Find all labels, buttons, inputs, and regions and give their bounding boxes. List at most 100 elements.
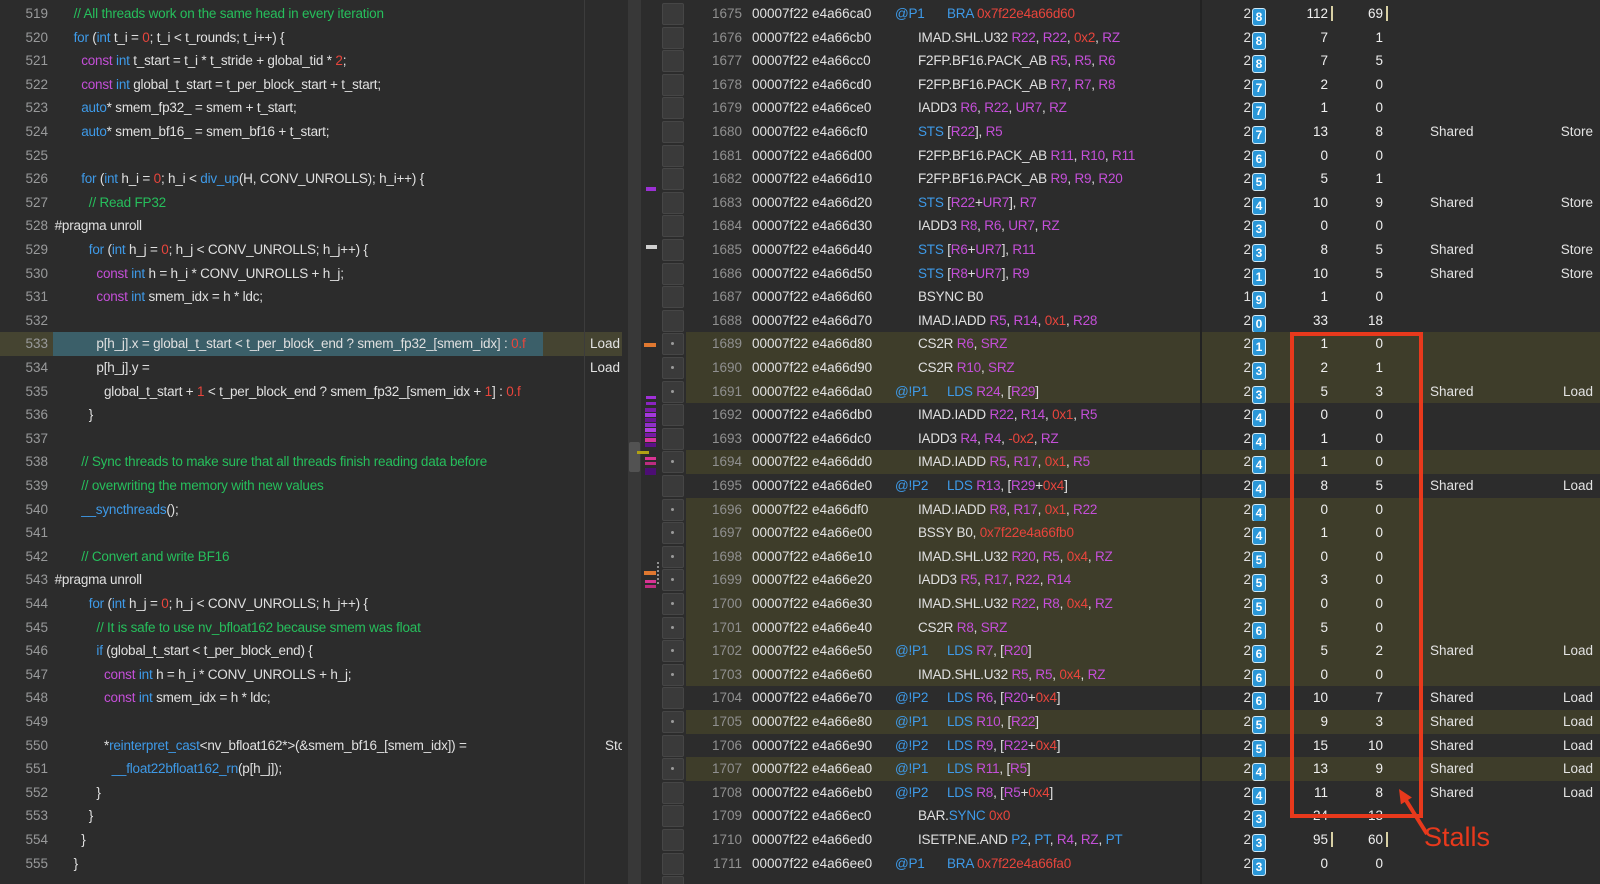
- source-line[interactable]: 554}: [0, 828, 622, 852]
- source-line[interactable]: 520for (int t_i = 0; t_i < t_rounds; t_i…: [0, 26, 622, 50]
- source-line[interactable]: 533p[h_j].x = global_t_start < t_per_blo…: [0, 332, 622, 356]
- source-line[interactable]: 522const int global_t_start = t_per_bloc…: [0, 73, 622, 97]
- code-token: R9: [1012, 266, 1029, 281]
- sass-row[interactable]: 170000007f22 e4a66e30IMAD.SHL.U32 R22, R…: [640, 592, 1600, 616]
- source-line[interactable]: 546if (global_t_start < t_per_block_end)…: [0, 639, 622, 663]
- sass-row[interactable]: 168800007f22 e4a66d70IMAD.IADD R5, R14, …: [640, 309, 1600, 333]
- source-line[interactable]: 530const int h = h_i * CONV_UNROLLS + h_…: [0, 262, 622, 286]
- sass-row[interactable]: 170100007f22 e4a66e40CS2R R8, SRZ2650: [640, 616, 1600, 640]
- sass-row[interactable]: 167500007f22 e4a66ca0@P1BRA 0x7f22e4a66d…: [640, 2, 1600, 26]
- source-line[interactable]: 552}: [0, 781, 622, 805]
- source-line[interactable]: 526for (int h_i = 0; h_i < div_up(H, CON…: [0, 167, 622, 191]
- source-line[interactable]: 545// It is safe to use nv_bfloat162 bec…: [0, 616, 622, 640]
- sass-row[interactable]: 169200007f22 e4a66db0IMAD.IADD R22, R14,…: [640, 403, 1600, 427]
- code-token: ,: [1067, 30, 1074, 45]
- code-token: R4: [1057, 832, 1074, 847]
- code-token: SRZ: [988, 360, 1014, 375]
- sass-row[interactable]: 171000007f22 e4a66ed0ISETP.NE.AND P2, PT…: [640, 828, 1600, 852]
- source-line[interactable]: 548const int smem_idx = h * ldc;: [0, 686, 622, 710]
- source-line[interactable]: 543#pragma unroll: [0, 568, 622, 592]
- sass-row[interactable]: 170200007f22 e4a66e50@!P1LDS R7, [R20]26…: [640, 639, 1600, 663]
- sass-row[interactable]: 170800007f22 e4a66eb0@!P2LDS R8, [R5+0x4…: [640, 781, 1600, 805]
- sass-row[interactable]: 167800007f22 e4a66cd0F2FP.BF16.PACK_AB R…: [640, 73, 1600, 97]
- sass-row[interactable]: 170400007f22 e4a66e70@!P2LDS R6, [R20+0x…: [640, 686, 1600, 710]
- code-token: 0: [161, 596, 168, 611]
- source-line[interactable]: 549: [0, 710, 622, 734]
- sass-row[interactable]: 168700007f22 e4a66d60BSYNC B01910: [640, 285, 1600, 309]
- sass-row[interactable]: 168600007f22 e4a66d50STS [R8+UR7], R9211…: [640, 262, 1600, 286]
- sass-row[interactable]: 169600007f22 e4a66df0IMAD.IADD R8, R17, …: [640, 498, 1600, 522]
- code-token: R6: [960, 100, 977, 115]
- stall-count-secondary: 0: [1295, 427, 1383, 451]
- sass-row[interactable]: 168200007f22 e4a66d10F2FP.BF16.PACK_AB R…: [640, 167, 1600, 191]
- sass-row[interactable]: 168900007f22 e4a66d80CS2R R6, SRZ2110: [640, 332, 1600, 356]
- sass-row[interactable]: 167600007f22 e4a66cb0IMAD.SHL.U32 R22, R…: [640, 26, 1600, 50]
- source-line[interactable]: 524auto* smem_bf16_ = smem_bf16 + t_star…: [0, 120, 622, 144]
- sass-row[interactable]: 169100007f22 e4a66da0@!P1LDS R24, [R29]2…: [640, 380, 1600, 404]
- sass-row[interactable]: 169400007f22 e4a66dd0IMAD.IADD R5, R17, …: [640, 450, 1600, 474]
- sass-row[interactable]: 170700007f22 e4a66ea0@!P1LDS R11, [R5]24…: [640, 757, 1600, 781]
- source-line[interactable]: 550*reinterpret_cast<nv_bfloat162*>(&sme…: [0, 734, 622, 758]
- correlation-dot: [671, 649, 674, 652]
- source-line[interactable]: 555}: [0, 852, 622, 876]
- pane-divider[interactable]: [584, 0, 585, 884]
- code-token: ]: [1057, 738, 1061, 753]
- sass-row[interactable]: 169000007f22 e4a66d90CS2R R10, SRZ2321: [640, 356, 1600, 380]
- source-line[interactable]: 551__float22bfloat162_rn(p[h_j]);: [0, 757, 622, 781]
- source-line[interactable]: 521const int t_start = t_i * t_stride + …: [0, 49, 622, 73]
- predicate-label: @P1: [895, 2, 947, 26]
- source-line[interactable]: 527// Read FP32: [0, 191, 622, 215]
- sass-row[interactable]: 168300007f22 e4a66d20STS [R22+UR7], R724…: [640, 191, 1600, 215]
- source-line[interactable]: 538// Sync threads to make sure that all…: [0, 450, 622, 474]
- code-token: smem_idx = h * ldc;: [145, 289, 263, 304]
- source-line[interactable]: 547const int h = h_i * CONV_UNROLLS + h_…: [0, 663, 622, 687]
- source-line[interactable]: 540__syncthreads();: [0, 498, 622, 522]
- source-line[interactable]: 528#pragma unroll: [0, 214, 622, 238]
- sass-row[interactable]: 168100007f22 e4a66d00F2FP.BF16.PACK_AB R…: [640, 144, 1600, 168]
- sass-row[interactable]: 168500007f22 e4a66d40STS [R6+UR7], R1123…: [640, 238, 1600, 262]
- source-line[interactable]: 523auto* smem_fp32_ = smem + t_start;: [0, 96, 622, 120]
- source-code-pane[interactable]: 519// All threads work on the same head …: [0, 0, 622, 884]
- source-line[interactable]: 532: [0, 309, 622, 333]
- source-line[interactable]: 536}: [0, 403, 622, 427]
- source-code-text: #pragma unroll: [53, 214, 545, 238]
- sass-row[interactable]: 168000007f22 e4a66cf0STS [R22], R527138S…: [640, 120, 1600, 144]
- sass-row[interactable]: 169500007f22 e4a66de0@!P2LDS R13, [R29+0…: [640, 474, 1600, 498]
- sass-instruction-pane[interactable]: 167500007f22 e4a66ca0@P1BRA 0x7f22e4a66d…: [640, 0, 1600, 884]
- code-token: IMAD.IADD: [918, 502, 990, 517]
- minimap-cell[interactable]: [662, 876, 684, 884]
- sass-row[interactable]: 169900007f22 e4a66e20IADD3 R5, R17, R22,…: [640, 568, 1600, 592]
- code-token: ,: [1066, 502, 1073, 517]
- source-line[interactable]: 535global_t_start + 1 < t_per_block_end …: [0, 380, 622, 404]
- sass-row[interactable]: 167900007f22 e4a66ce0IADD3 R6, R22, UR7,…: [640, 96, 1600, 120]
- sass-row[interactable]: 169700007f22 e4a66e00BSSY B0, 0x7f22e4a6…: [640, 521, 1600, 545]
- source-scrollbar-thumb[interactable]: [629, 442, 640, 472]
- line-number: 533: [0, 332, 48, 356]
- source-line[interactable]: 544for (int h_j = 0; h_j < CONV_UNROLLS;…: [0, 592, 622, 616]
- code-token: R9: [1050, 171, 1067, 186]
- source-line[interactable]: 534p[h_j].y =Load: [0, 356, 622, 380]
- source-line[interactable]: 519// All threads work on the same head …: [0, 2, 622, 26]
- source-line[interactable]: 542// Convert and write BF16: [0, 545, 622, 569]
- code-token: IADD3: [918, 431, 960, 446]
- sass-line-number: 1679: [680, 96, 742, 120]
- sass-row[interactable]: 170500007f22 e4a66e80@!P1LDS R10, [R22]2…: [640, 710, 1600, 734]
- code-token: IMAD.SHL.U32: [918, 549, 1011, 564]
- sass-row[interactable]: 170300007f22 e4a66e60IMAD.SHL.U32 R5, R5…: [640, 663, 1600, 687]
- predicate-label: @!P1: [895, 639, 947, 663]
- sass-row[interactable]: 170600007f22 e4a66e90@!P2LDS R9, [R22+0x…: [640, 734, 1600, 758]
- source-line[interactable]: 529for (int h_j = 0; h_j < CONV_UNROLLS;…: [0, 238, 622, 262]
- source-line[interactable]: 553}: [0, 804, 622, 828]
- sass-row[interactable]: 171100007f22 e4a66ee0@P1BRA 0x7f22e4a66f…: [640, 852, 1600, 876]
- source-line[interactable]: 531const int smem_idx = h * ldc;: [0, 285, 622, 309]
- sass-row[interactable]: 169300007f22 e4a66dc0IADD3 R4, R4, -0x2,…: [640, 427, 1600, 451]
- sass-row[interactable]: 168400007f22 e4a66d30IADD3 R8, R6, UR7, …: [640, 214, 1600, 238]
- source-line[interactable]: 537: [0, 427, 622, 451]
- source-line[interactable]: 539// overwriting the memory with new va…: [0, 474, 622, 498]
- sass-row[interactable]: 167700007f22 e4a66cc0F2FP.BF16.PACK_AB R…: [640, 49, 1600, 73]
- code-token: LDS: [947, 478, 976, 493]
- source-line[interactable]: 525: [0, 144, 622, 168]
- sass-row[interactable]: 169800007f22 e4a66e10IMAD.SHL.U32 R20, R…: [640, 545, 1600, 569]
- source-line[interactable]: 541: [0, 521, 622, 545]
- sass-row[interactable]: 170900007f22 e4a66ec0BAR.SYNC 0x0232413: [640, 804, 1600, 828]
